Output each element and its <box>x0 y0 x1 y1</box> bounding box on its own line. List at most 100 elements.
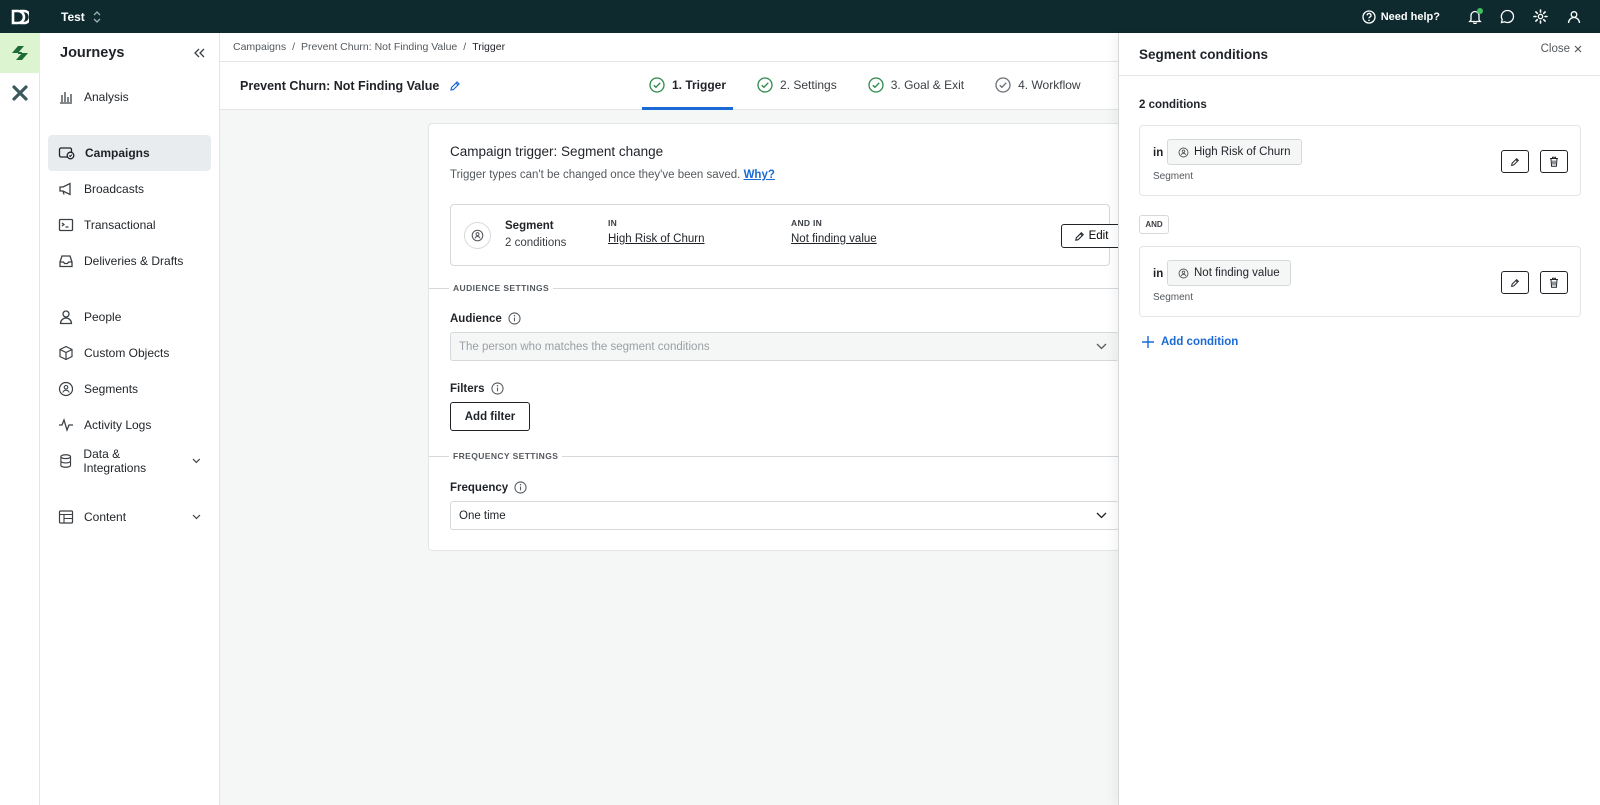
audience-select[interactable]: The person who matches the segment condi… <box>450 332 1119 361</box>
trash-icon <box>1550 156 1558 167</box>
segment-label: Segment <box>505 220 554 232</box>
top-bar: Test Need help? <box>0 0 1600 33</box>
settings-button[interactable] <box>1524 0 1557 33</box>
why-link[interactable]: Why? <box>744 169 775 181</box>
gear-icon <box>1533 9 1548 24</box>
table-icon <box>58 510 74 524</box>
and-connector: AND <box>1139 215 1169 234</box>
filters-label: Filters <box>450 382 485 395</box>
section-label: FREQUENCY SETTINGS <box>453 451 559 461</box>
need-help-button[interactable]: Need help? <box>1362 9 1440 24</box>
workspace-switcher[interactable]: Test <box>61 10 101 24</box>
rail-tools[interactable] <box>0 73 40 113</box>
audience-settings-section: AUDIENCE SETTINGS <box>429 281 1119 295</box>
sidebar-item-custom-objects[interactable]: Custom Objects <box>48 335 211 371</box>
segment-icon <box>58 381 74 397</box>
add-condition-button[interactable]: Add condition <box>1141 335 1238 349</box>
condition-kind: Segment <box>1153 292 1194 303</box>
panel-header: Segment conditions Close <box>1119 33 1600 76</box>
sidebar-item-label: Transactional <box>84 218 156 232</box>
delete-condition-button[interactable] <box>1540 271 1568 294</box>
segment-icon <box>1178 268 1189 278</box>
segment-chip[interactable]: High Risk of Churn <box>1167 139 1302 165</box>
sidebar-item-segments[interactable]: Segments <box>48 371 211 407</box>
section-label: AUDIENCE SETTINGS <box>453 283 550 293</box>
sidebar-item-analysis[interactable]: Analysis <box>48 79 211 115</box>
trigger-subtext: Trigger types can't be changed once they… <box>450 169 741 181</box>
info-icon[interactable] <box>490 382 504 395</box>
sidebar-item-label: Segments <box>84 382 139 396</box>
sidebar-title: Journeys <box>60 45 125 61</box>
breadcrumb-current: Trigger <box>472 41 506 53</box>
rail-journeys[interactable] <box>0 33 40 73</box>
segment-icon <box>1178 147 1189 157</box>
campaigns-icon <box>58 147 75 160</box>
segment-condition-count: 2 conditions <box>505 237 567 249</box>
info-icon[interactable] <box>514 481 527 494</box>
condition-prefix: in <box>1153 147 1164 159</box>
chevron-down-icon <box>192 458 201 464</box>
chat-bubble-icon <box>1500 9 1515 24</box>
audience-label-row: Audience <box>450 312 521 325</box>
close-panel-button[interactable]: Close <box>1541 43 1582 55</box>
user-icon <box>1567 10 1580 23</box>
sidebar-item-transactional[interactable]: Transactional <box>48 207 211 243</box>
tab-goal-exit[interactable]: 3. Goal & Exit <box>861 62 971 110</box>
check-circle-icon <box>868 76 884 93</box>
account-button[interactable] <box>1557 0 1590 33</box>
campaign-header: Prevent Churn: Not Finding Value 1. Trig… <box>220 62 1118 110</box>
sidebar-item-deliveries[interactable]: Deliveries & Drafts <box>48 243 211 279</box>
tab-settings[interactable]: 2. Settings <box>750 62 844 110</box>
person-icon <box>59 310 73 325</box>
condition-card: in Not finding value Segment <box>1139 246 1581 317</box>
add-filter-button[interactable]: Add filter <box>450 402 530 431</box>
chat-button[interactable] <box>1491 0 1524 33</box>
notifications-button[interactable] <box>1458 0 1491 33</box>
segment-chip[interactable]: Not finding value <box>1167 260 1291 286</box>
condition-card: in High Risk of Churn Segment <box>1139 125 1581 196</box>
cube-icon <box>59 345 73 361</box>
frequency-label-row: Frequency <box>450 481 527 494</box>
filters-label-row: Filters <box>450 382 504 395</box>
info-icon[interactable] <box>508 312 521 325</box>
and-in-segment-link[interactable]: Not finding value <box>791 233 877 245</box>
edit-condition-button[interactable] <box>1501 271 1529 294</box>
sidebar-item-label: Custom Objects <box>84 346 170 360</box>
close-label: Close <box>1540 43 1570 55</box>
nav-spacer <box>40 479 219 499</box>
sidebar-item-content[interactable]: Content <box>48 499 211 535</box>
tab-workflow[interactable]: 4. Workflow <box>988 62 1087 110</box>
delete-condition-button[interactable] <box>1540 150 1568 173</box>
condition-prefix: in <box>1153 268 1164 280</box>
app-logo[interactable] <box>0 0 40 33</box>
need-help-label: Need help? <box>1380 10 1440 23</box>
sidebar-item-data-integrations[interactable]: Data & Integrations <box>48 443 211 479</box>
frequency-select[interactable]: One time <box>450 501 1119 530</box>
plus-icon <box>1142 336 1154 348</box>
in-segment-link[interactable]: High Risk of Churn <box>608 233 705 245</box>
sidebar-item-people[interactable]: People <box>48 299 211 335</box>
rename-campaign-button[interactable] <box>449 80 461 92</box>
breadcrumb-separator: / <box>463 41 467 53</box>
breadcrumb-campaign[interactable]: Prevent Churn: Not Finding Value <box>301 41 457 53</box>
sidebar-item-activity-logs[interactable]: Activity Logs <box>48 407 211 443</box>
frequency-settings-section: FREQUENCY SETTINGS <box>429 449 1119 463</box>
breadcrumb-campaigns[interactable]: Campaigns <box>233 41 286 53</box>
campaign-steps: 1. Trigger 2. Settings 3. Goal & Exit 4.… <box>642 62 1105 110</box>
edit-condition-button[interactable] <box>1501 150 1529 173</box>
nav-spacer <box>40 115 219 135</box>
sidebar-item-campaigns[interactable]: Campaigns <box>48 135 211 171</box>
sidebar-item-broadcasts[interactable]: Broadcasts <box>48 171 211 207</box>
trigger-card: Campaign trigger: Segment change Trigger… <box>428 123 1121 551</box>
sidebar-item-label: Campaigns <box>85 146 150 160</box>
inbox-icon <box>59 255 73 268</box>
pencil-icon <box>1511 157 1520 166</box>
segment-trigger-box: Segment 2 conditions IN High Risk of Chu… <box>450 204 1121 266</box>
collapse-sidebar-icon[interactable] <box>193 48 205 58</box>
campaign-title: Prevent Churn: Not Finding Value <box>240 78 440 93</box>
audience-label: Audience <box>450 312 502 325</box>
edit-trigger-button[interactable]: Edit <box>1061 224 1121 248</box>
terminal-icon <box>58 218 74 232</box>
tab-trigger[interactable]: 1. Trigger <box>642 62 734 110</box>
bar-chart-icon <box>60 92 72 104</box>
